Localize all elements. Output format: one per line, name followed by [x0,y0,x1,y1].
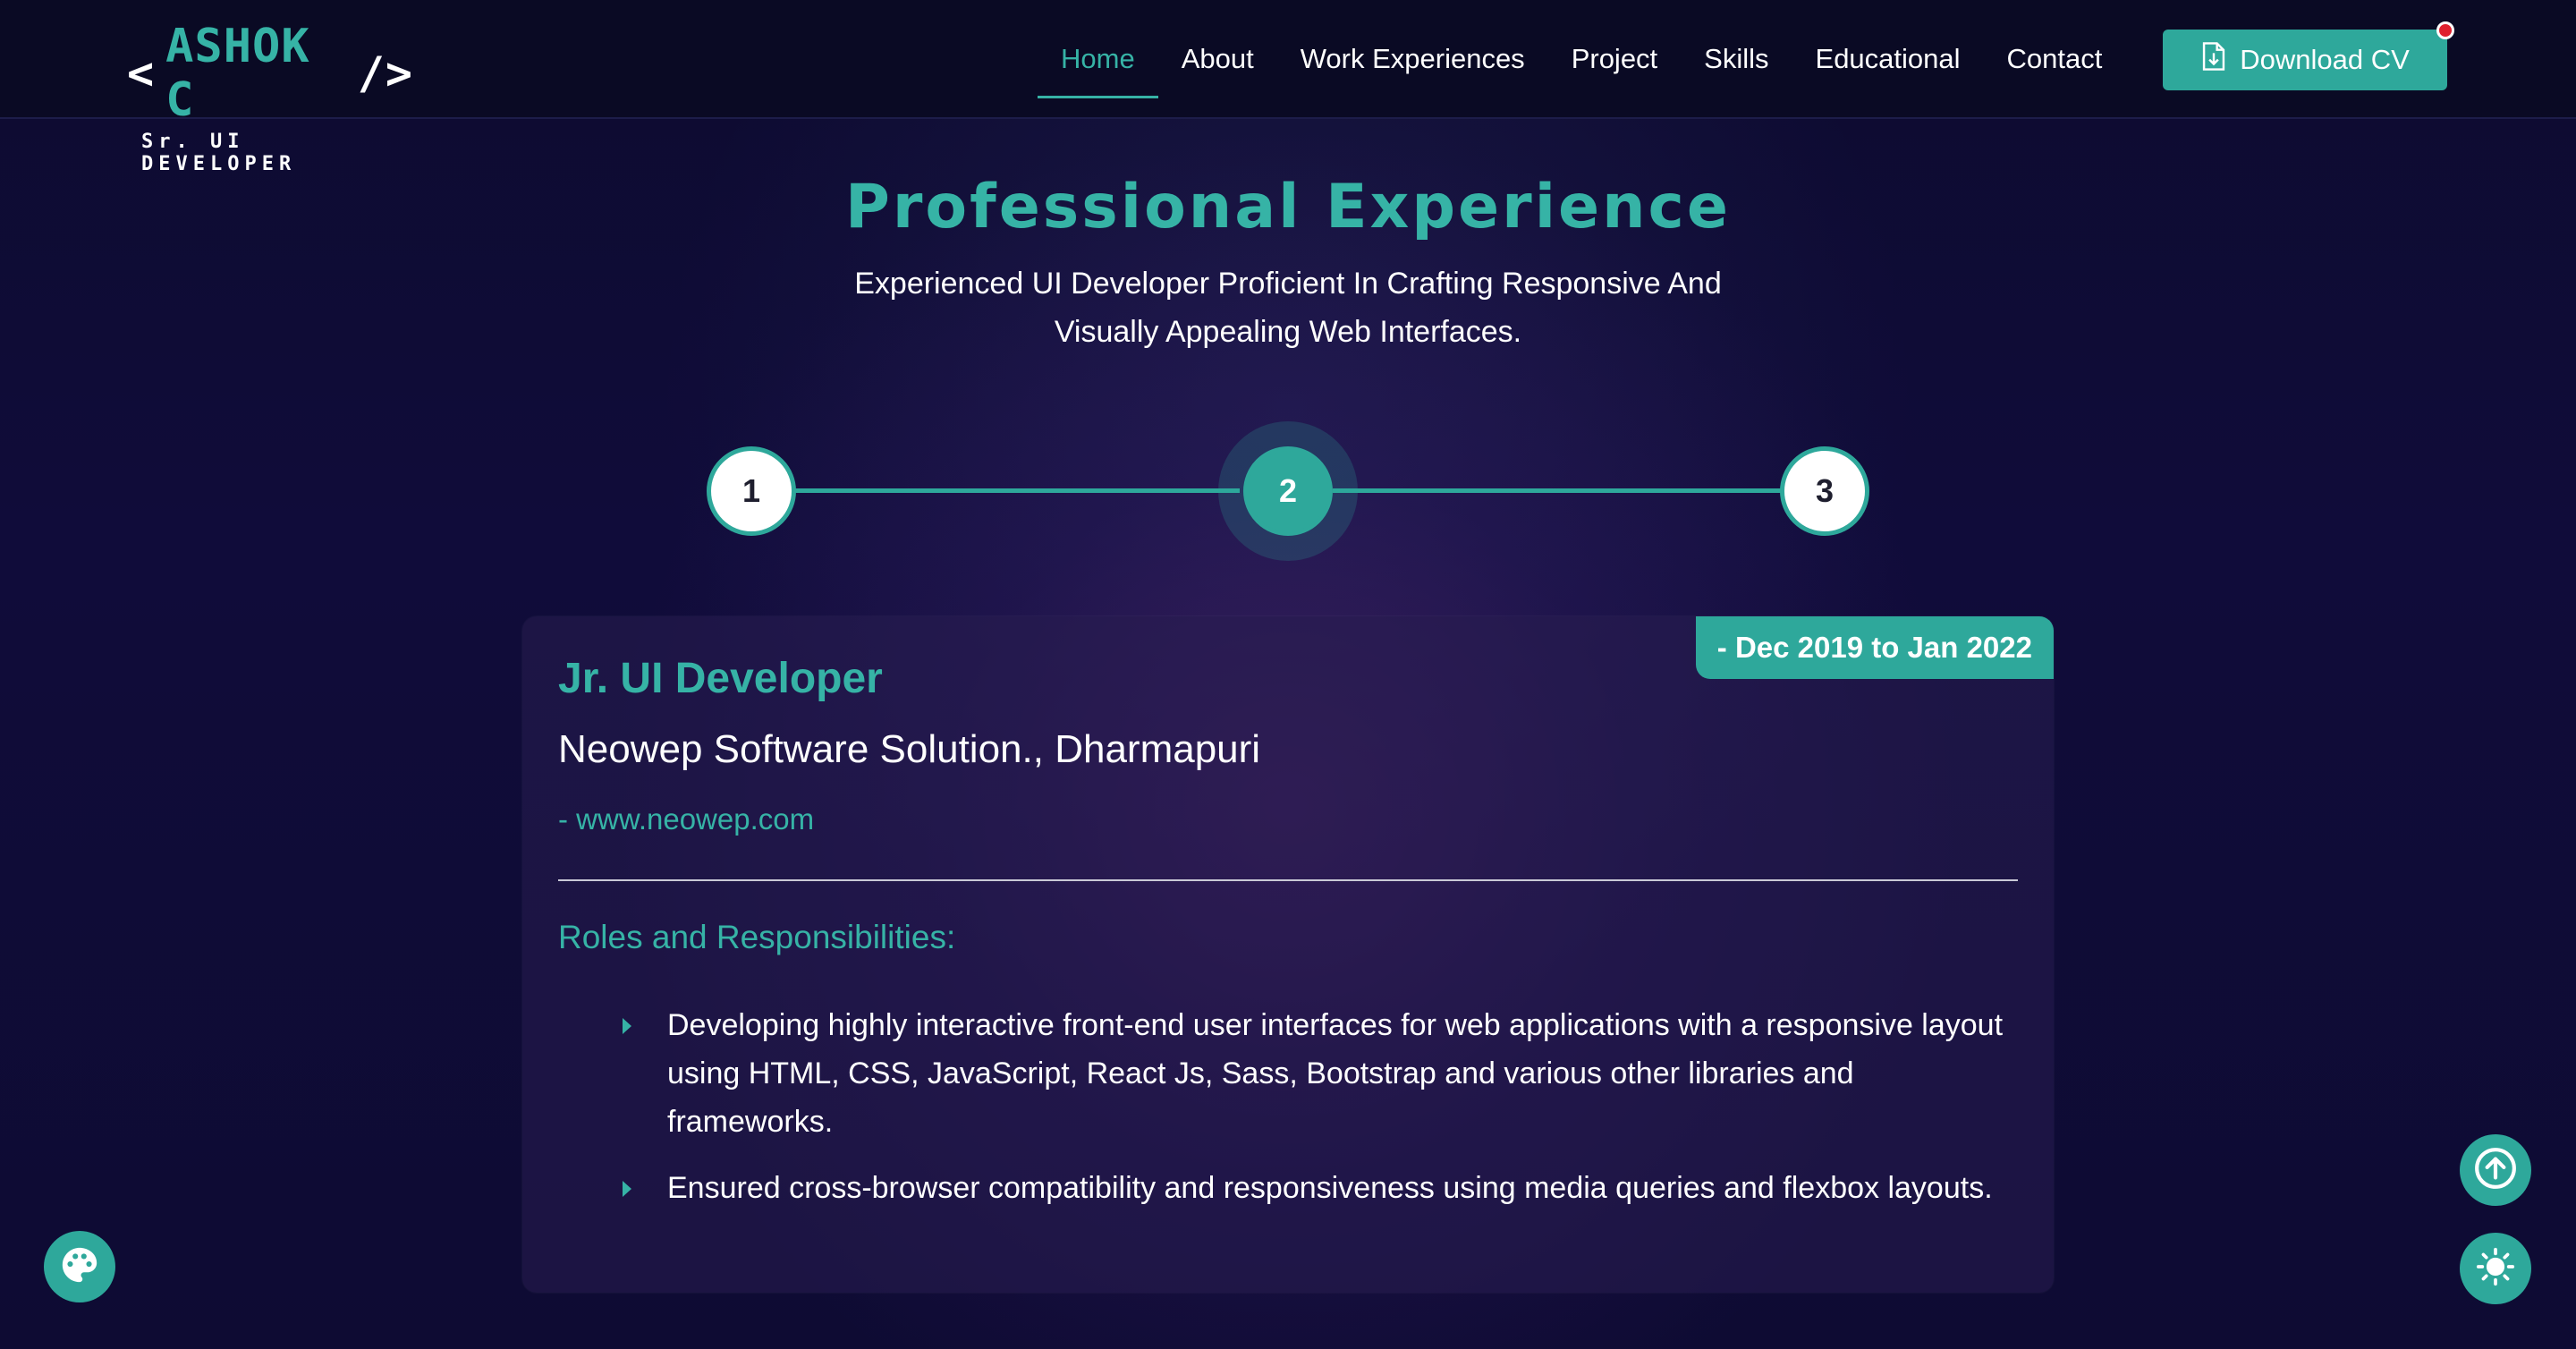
company-name: Neowep Software Solution., Dharmapuri [558,727,1261,771]
download-cv-label: Download CV [2240,44,2410,75]
nav-item-skills[interactable]: Skills [1681,38,1792,98]
experience-card: - Dec 2019 to Jan 2022 Jr. UI Developer … [522,616,2054,1293]
roles-list: Developing highly interactive front-end … [623,1001,2018,1230]
section-subtitle: Experienced UI Developer Proficient In C… [854,267,1722,349]
download-cv-button[interactable]: Download CV [2163,30,2447,90]
roles-heading: Roles and Responsibilities: [558,919,956,955]
stepper-connector-1-2 [792,488,1240,493]
sun-icon [2476,1247,2515,1291]
palette-icon [59,1244,100,1290]
job-title: Jr. UI Developer [558,655,883,702]
list-item: Developing highly interactive front-end … [623,1001,2018,1146]
stepper-connector-2-3 [1333,488,1785,493]
site-header: < ASHOK C /> Sr. UI DEVELOPER Home About… [0,0,2576,175]
light-mode-toggle-button[interactable] [2460,1233,2531,1304]
step-1[interactable]: 1 [707,446,796,536]
nav-item-work-experiences[interactable]: Work Experiences [1277,38,1548,98]
logo[interactable]: < ASHOK C /> Sr. UI DEVELOPER [127,20,413,175]
step-2[interactable]: 2 [1243,446,1333,536]
company-website-link[interactable]: - www.neowep.com [558,802,814,836]
logo-open-bracket: < [127,47,156,99]
step-3[interactable]: 3 [1780,446,1869,536]
logo-name: ASHOK C [165,20,310,127]
role-text: Developing highly interactive front-end … [667,1008,2004,1139]
date-range-badge: - Dec 2019 to Jan 2022 [1695,616,2054,679]
nav-item-home[interactable]: Home [1038,38,1158,98]
caret-right-icon [623,1018,631,1034]
nav-item-contact[interactable]: Contact [1984,38,2126,98]
nav-item-about[interactable]: About [1158,38,1277,98]
list-item: Ensured cross-browser compatibility and … [623,1164,2018,1212]
scroll-to-top-button[interactable] [2460,1134,2531,1206]
nav-item-educational[interactable]: Educational [1792,38,1984,98]
notification-dot [2436,21,2454,39]
download-file-icon [2200,41,2227,79]
logo-close-bracket: /> [357,47,413,99]
theme-palette-button[interactable] [44,1231,115,1302]
caret-right-icon [623,1181,631,1197]
role-text: Ensured cross-browser compatibility and … [667,1171,1993,1205]
main-nav: Home About Work Experiences Project Skil… [1038,38,2125,98]
section-title: Professional Experience [845,172,1731,242]
card-divider [558,879,2018,881]
logo-wordmark: < ASHOK C /> [127,20,413,127]
arrow-up-circle-icon [2473,1146,2518,1195]
nav-item-project[interactable]: Project [1548,38,1681,98]
logo-subtitle: Sr. UI DEVELOPER [141,131,297,175]
